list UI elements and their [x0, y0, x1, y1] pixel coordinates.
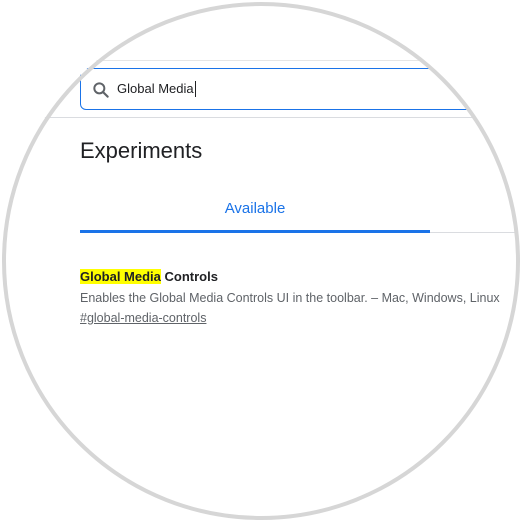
experiment-title-highlight: Global Media [80, 269, 161, 284]
magnified-view: Global Media Experiments Available Globa… [2, 2, 518, 518]
tab-available[interactable]: Available [80, 192, 430, 230]
screenshot-frame: Global Media Experiments Available Globa… [0, 0, 520, 520]
search-header: Global Media [2, 2, 518, 118]
search-input[interactable]: Global Media [117, 69, 196, 109]
experiment-description: Enables the Global Media Controls UI in … [80, 291, 500, 305]
experiment-title: Global Media Controls [80, 269, 218, 284]
header-divider [82, 60, 518, 61]
page-title: Experiments [80, 138, 203, 163]
search-input-value: Global Media [117, 81, 194, 96]
header-bottom-border [2, 117, 518, 118]
experiment-link[interactable]: #global-media-controls [80, 311, 206, 325]
tab-active-indicator [80, 230, 430, 233]
experiment-title-rest: Controls [160, 269, 218, 284]
search-box[interactable]: Global Media [80, 68, 518, 110]
tab-bar-divider [430, 232, 518, 233]
text-caret [194, 80, 196, 97]
search-icon [93, 82, 109, 98]
